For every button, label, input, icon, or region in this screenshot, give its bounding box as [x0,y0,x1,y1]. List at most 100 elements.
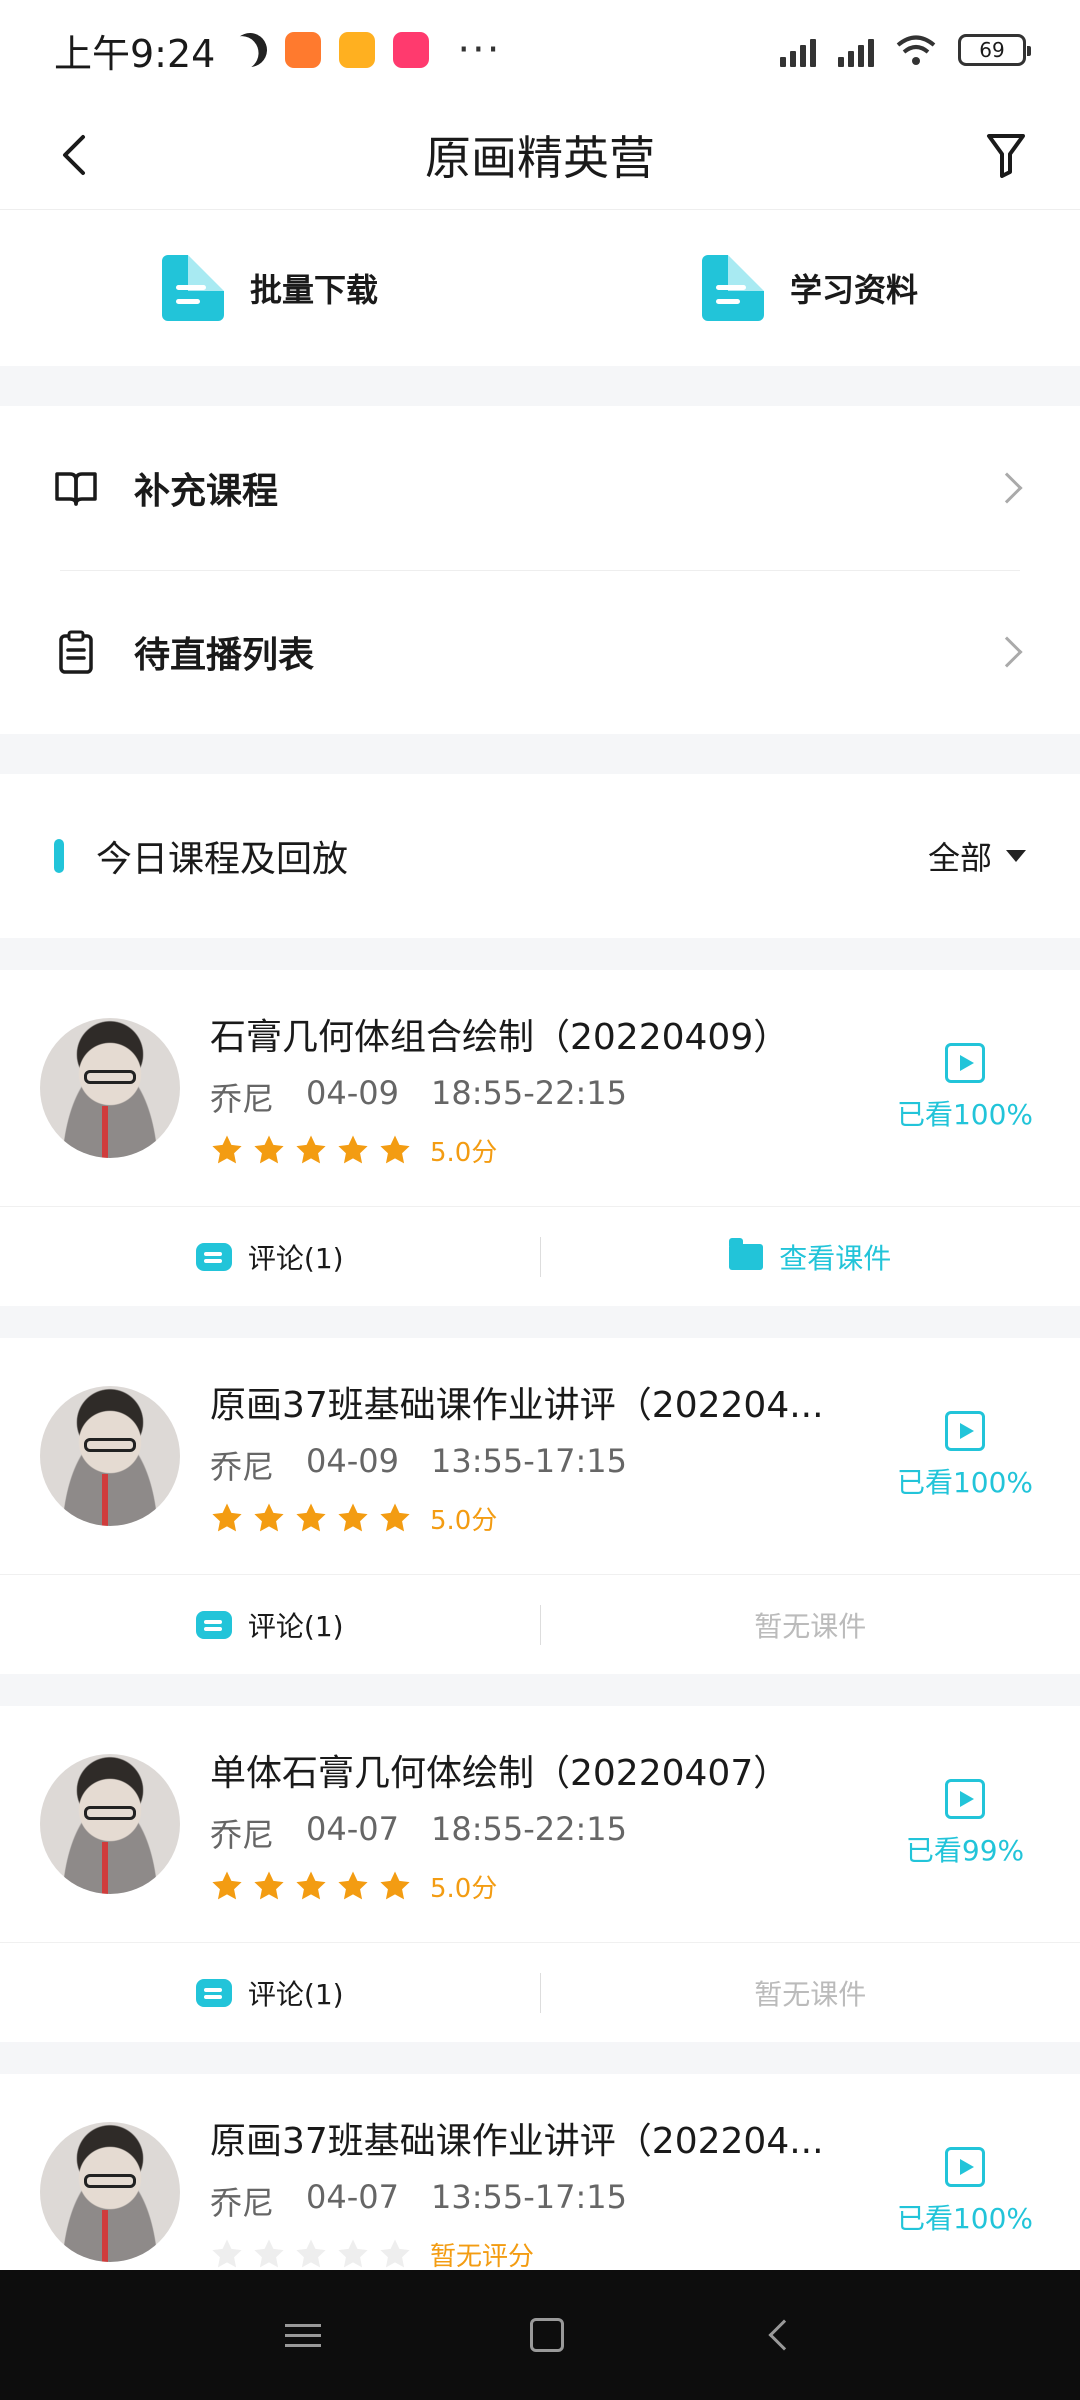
star-icon [252,2237,286,2271]
teacher-avatar [40,1754,180,1894]
replay-button[interactable]: 已看99% [890,1779,1040,1869]
back-button[interactable] [44,125,104,185]
comments-button[interactable]: 评论(1) [0,1973,540,2013]
replay-button[interactable]: 已看100% [890,2147,1040,2237]
no-courseware-label: 暂无课件 [541,1605,1080,1645]
watched-progress: 已看100% [896,1466,1034,1499]
star-icon [294,2237,328,2271]
course-meta: 乔尼 04-07 13:55-17:15 [210,2178,890,2224]
comment-icon [195,1978,232,2007]
course-date: 04-07 [306,2177,399,2216]
course-date: 04-09 [306,1073,399,1112]
star-icon [294,1133,328,1167]
battery-indicator: 69 [958,34,1031,66]
course-summary[interactable]: 石膏几何体组合绘制（20220409） 乔尼 04-09 18:55-22:15 5.0… [0,970,1080,1206]
rating-score: 5.0分 [430,1137,498,1168]
course-rating: 5.0分 [210,1868,890,1905]
course-date: 04-07 [306,1809,399,1848]
star-icon [210,1501,244,1535]
teacher-name: 乔尼 [210,1815,275,1854]
replay-button[interactable]: 已看100% [890,1411,1040,1501]
star-icon [336,2237,370,2271]
menu-item-label: 待直播列表 [134,635,315,676]
courseware-label: 暂无课件 [754,1609,867,1643]
menu-icon[interactable] [284,2317,321,2354]
course-date: 04-09 [306,1441,399,1480]
comments-label: 评论(1) [247,1609,344,1643]
app-screen: 上午9:24 ··· 69 原画精英营 批量下载 学习资料 补充课程 待直播列表… [0,0,1080,2400]
home-icon[interactable] [529,2318,564,2352]
section-accent-bar [54,839,64,873]
course-info: 原画37班基础课作业讲评（202204... 乔尼 04-09 13:55-17:15… [210,1376,890,1537]
signal-icon [780,33,816,67]
menu-item-supplementary-courses[interactable]: 补充课程 [0,406,1080,570]
rating-score: 暂无评分 [430,2241,535,2272]
replay-button[interactable]: 已看100% [890,1043,1040,1133]
course-card[interactable]: 单体石膏几何体绘制（20220407） 乔尼 04-07 18:55-22:15 5.0… [0,1706,1080,2042]
battery-level: 69 [979,38,1005,62]
course-card[interactable]: 石膏几何体组合绘制（20220409） 乔尼 04-09 18:55-22:15 5.0… [0,970,1080,1306]
page-title: 原画精英营 [425,130,655,185]
status-time: 上午9:24 [54,31,216,76]
chevron-right-icon [991,472,1023,504]
book-icon [54,466,98,510]
course-time: 13:55-17:15 [431,1441,627,1480]
course-time: 18:55-22:15 [431,1073,627,1112]
course-summary[interactable]: 原画37班基础课作业讲评（202204... 乔尼 04-09 13:55-17:15… [0,1338,1080,1574]
comments-button[interactable]: 评论(1) [0,1237,540,1277]
course-summary[interactable]: 单体石膏几何体绘制（20220407） 乔尼 04-07 18:55-22:15 5.0… [0,1706,1080,1942]
menu-item-upcoming-live-list[interactable]: 待直播列表 [0,570,1080,734]
document-icon [161,255,224,321]
course-title: 原画37班基础课作业讲评（202204... [210,1384,824,1426]
course-actions: 评论(1) 查看课件 [0,1206,1080,1306]
quick-actions: 批量下载 学习资料 [0,210,1080,366]
course-time: 18:55-22:15 [431,1809,627,1848]
filter-button[interactable] [976,125,1036,185]
course-actions: 评论(1) 暂无课件 [0,1574,1080,1674]
star-icon [294,1501,328,1535]
watched-progress: 已看99% [905,1834,1025,1867]
star-icon [378,1501,412,1535]
courseware-label: 暂无课件 [754,1977,867,2011]
star-icon [252,1133,286,1167]
filter-value: 全部 [927,839,992,877]
folder-icon [729,1237,764,1270]
course-info: 石膏几何体组合绘制（20220409） 乔尼 04-09 18:55-22:15 5.0… [210,1008,890,1169]
today-courses-header: 今日课程及回放 全部 [0,774,1080,938]
teacher-avatar [40,2122,180,2262]
study-materials-label: 学习资料 [789,271,918,309]
comments-label: 评论(1) [247,1977,344,2011]
course-filter-dropdown[interactable]: 全部 [928,833,1026,879]
teacher-avatar [40,1018,180,1158]
clipboard-icon [54,630,98,674]
taobao-notification-icon [393,32,430,68]
play-icon [945,2147,985,2187]
comments-label: 评论(1) [247,1241,344,1275]
course-card[interactable]: 原画37班基础课作业讲评（202204... 乔尼 04-09 13:55-17:15… [0,1338,1080,1674]
spacer [0,734,1080,774]
star-icon [336,1501,370,1535]
teacher-name: 乔尼 [210,1079,275,1118]
play-icon [945,1779,985,1819]
chevron-right-icon [991,636,1023,668]
play-icon [945,1411,985,1451]
course-time: 13:55-17:15 [431,2177,627,2216]
course-meta: 乔尼 04-09 13:55-17:15 [210,1442,890,1488]
course-title: 原画37班基础课作业讲评（202204... [210,2120,824,2162]
course-rating: 5.0分 [210,1500,890,1537]
top-app-bar: 原画精英营 [0,100,1080,210]
comments-button[interactable]: 评论(1) [0,1605,540,1645]
batch-download-button[interactable]: 批量下载 [0,255,540,321]
course-meta: 乔尼 04-07 18:55-22:15 [210,1810,890,1856]
view-courseware-button[interactable]: 查看课件 [541,1237,1080,1277]
star-icon [294,1869,328,1903]
course-list: 石膏几何体组合绘制（20220409） 乔尼 04-09 18:55-22:15 5.0… [0,970,1080,2310]
course-actions: 评论(1) 暂无课件 [0,1942,1080,2042]
rating-score: 5.0分 [430,1505,498,1536]
back-icon[interactable] [768,2319,800,2351]
study-materials-button[interactable]: 学习资料 [540,255,1080,321]
spacer [0,366,1080,406]
play-icon [945,1043,985,1083]
star-icon [336,1869,370,1903]
star-icon [378,2237,412,2271]
